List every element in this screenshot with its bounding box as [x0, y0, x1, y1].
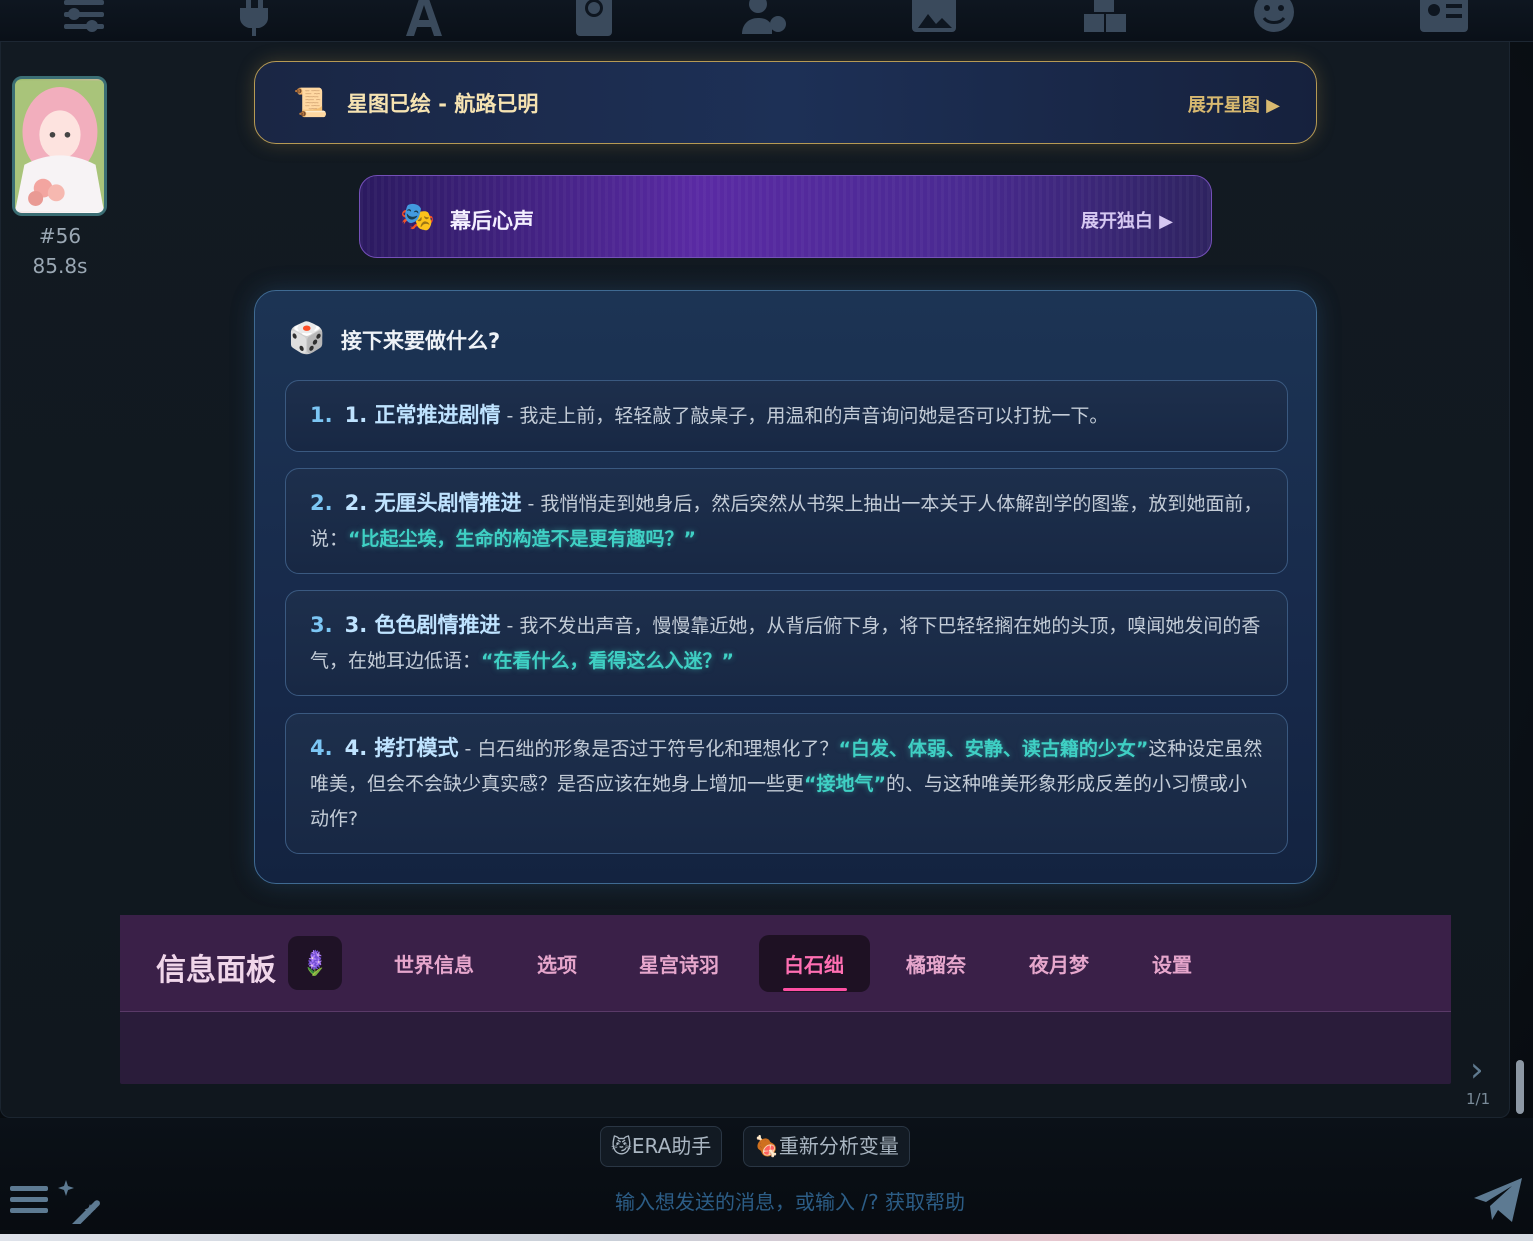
theater-masks-icon: 🎭: [400, 200, 435, 233]
character-portrait-icon: [15, 80, 104, 212]
next-swipe-arrow-icon[interactable]: ›: [1470, 1050, 1484, 1090]
plug-icon[interactable]: [230, 0, 278, 38]
image-icon[interactable]: [910, 0, 958, 38]
swipe-counter: 1/1: [1466, 1090, 1491, 1108]
reanalyze-variables-label: 重新分析变量: [778, 1134, 899, 1158]
magic-wand-icon[interactable]: [56, 1176, 104, 1224]
option-text: - 我走上前，轻轻敲了敲桌子，用温和的声音询问她是否可以打扰一下。: [500, 405, 1109, 427]
book-globe-icon[interactable]: [570, 0, 618, 38]
tab-shiraishi[interactable]: 白石绌: [784, 949, 844, 978]
hyacinth-icon[interactable]: 🪻: [288, 936, 342, 990]
era-assistant-label: ERA助手: [631, 1134, 712, 1158]
option-number: 1.: [310, 403, 333, 427]
message-id: #56: [38, 224, 82, 248]
info-panel-title: 信息面板: [156, 953, 276, 988]
meat-icon: 🍖: [754, 1134, 779, 1158]
option-number: 2.: [310, 491, 333, 515]
option-name: 4. 拷打模式: [344, 736, 459, 760]
scrollbar-thumb[interactable]: [1516, 1060, 1524, 1114]
option-number: 4.: [310, 736, 333, 760]
tab-options[interactable]: 选项: [537, 949, 577, 978]
message-input[interactable]: [130, 1184, 1450, 1220]
era-assistant-button[interactable]: 😼ERA助手: [600, 1126, 723, 1167]
option-item-2[interactable]: 2. 2. 无厘头剧情推进 - 我悄悄走到她身后，然后突然从书架上抽出一本关于人体…: [285, 468, 1288, 574]
sliders-icon[interactable]: [60, 0, 108, 38]
starmap-title: 星图已绘 - 航路已明: [347, 92, 539, 116]
option-text: - 白石绌的形象是否过于符号化和理想化了？: [458, 738, 839, 760]
top-toolbar: [0, 0, 1533, 42]
active-tab-indicator: [783, 988, 847, 991]
option-number: 3.: [310, 613, 333, 637]
options-card: 🎲 接下来要做什么? 1. 1. 正常推进剧情 - 我走上前，轻轻敲了敲桌子，用温…: [254, 290, 1317, 884]
option-name: 2. 无厘头剧情推进: [344, 491, 522, 515]
expand-starmap-button[interactable]: 展开星图 ▶: [1188, 91, 1280, 117]
option-item-3[interactable]: 3. 3. 色色剧情推进 - 我不发出声音，慢慢靠近她，从背后俯下身，将下巴轻轻搁…: [285, 590, 1288, 696]
option-name: 1. 正常推进剧情: [344, 403, 501, 427]
info-panel-tabs: 信息面板 🪻 世界信息 选项 星宫诗羽 白石绌 橘瑠奈 夜月梦 设置: [120, 915, 1451, 1012]
tab-tachibana-runa[interactable]: 橘瑠奈: [906, 949, 966, 978]
scroll-icon: 📜: [293, 86, 328, 119]
monologue-title: 幕后心声: [450, 209, 534, 233]
message-time: 85.8s: [32, 254, 88, 278]
tab-settings[interactable]: 设置: [1152, 949, 1192, 978]
starmap-card[interactable]: 📜 星图已绘 - 航路已明 展开星图 ▶: [254, 61, 1317, 144]
option-quote: “在看什么，看得这么入迷？”: [481, 650, 734, 672]
monologue-card[interactable]: 🎭 幕后心声 展开独白 ▶: [359, 175, 1212, 258]
option-quote: “比起尘埃，生命的构造不是更有趣吗？”: [348, 528, 696, 550]
smile-icon[interactable]: [1250, 0, 1298, 38]
option-quote-2: “接地气”: [804, 773, 886, 795]
info-panel: 信息面板 🪻 世界信息 选项 星宫诗羽 白石绌 橘瑠奈 夜月梦 设置: [120, 915, 1451, 1084]
reanalyze-variables-button[interactable]: 🍖重新分析变量: [743, 1126, 910, 1167]
tab-hoshimiya-shiu[interactable]: 星宫诗羽: [639, 949, 719, 978]
option-item-4[interactable]: 4. 4. 拷打模式 - 白石绌的形象是否过于符号化和理想化了？“白发、体弱、安静…: [285, 713, 1288, 854]
cat-icon: 😼: [611, 1134, 632, 1158]
hamburger-menu-icon[interactable]: [10, 1180, 50, 1220]
option-item-1[interactable]: 1. 1. 正常推进剧情 - 我走上前，轻轻敲了敲桌子，用温和的声音询问她是否可以…: [285, 380, 1288, 452]
avatar[interactable]: [12, 76, 107, 216]
background-strip: [0, 1234, 1533, 1241]
id-card-icon[interactable]: [1420, 0, 1468, 38]
dice-icon: 🎲: [288, 321, 326, 356]
tab-world-info[interactable]: 世界信息: [394, 949, 474, 978]
send-icon[interactable]: [1472, 1174, 1524, 1226]
user-gear-icon[interactable]: [740, 0, 788, 38]
cubes-icon[interactable]: [1080, 0, 1128, 38]
option-quote: “白发、体弱、安静、读古籍的少女”: [838, 738, 1149, 760]
tab-yozuki-yume[interactable]: 夜月梦: [1029, 949, 1089, 978]
option-name: 3. 色色剧情推进: [344, 613, 501, 637]
options-title: 接下来要做什么?: [341, 329, 501, 353]
font-icon[interactable]: [400, 0, 448, 38]
expand-monologue-button[interactable]: 展开独白 ▶: [1081, 207, 1173, 233]
bottom-bar: 😼ERA助手 🍖重新分析变量: [0, 1118, 1533, 1241]
